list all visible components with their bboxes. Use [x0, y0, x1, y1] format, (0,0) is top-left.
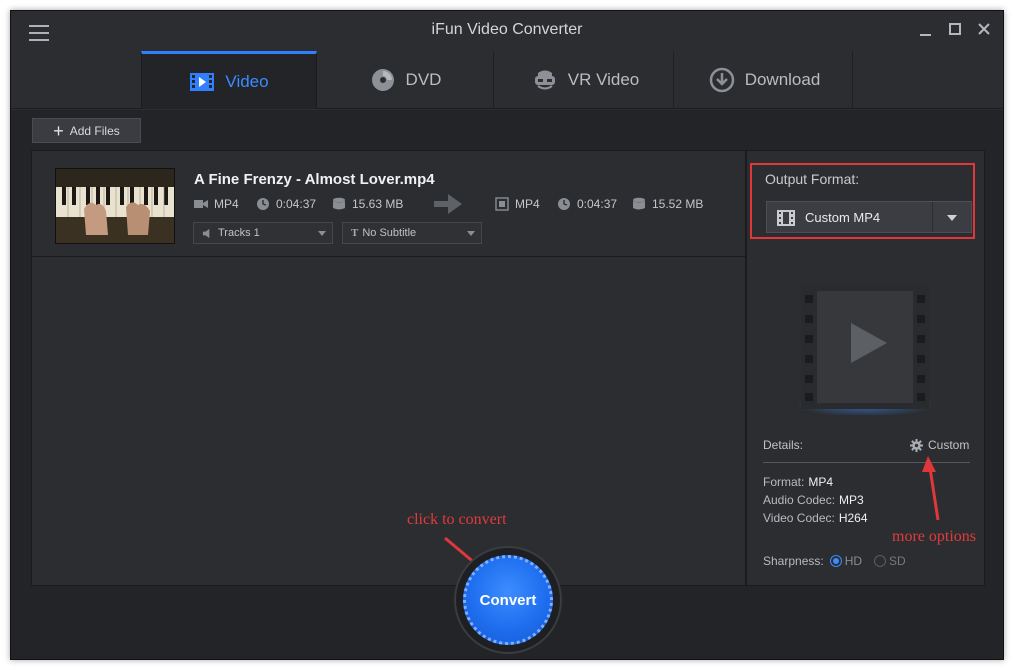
film-icon — [777, 210, 795, 226]
video-preview-icon — [795, 285, 935, 417]
clock-icon — [257, 198, 269, 210]
tab-label: Video — [225, 71, 269, 91]
close-button[interactable] — [974, 19, 994, 39]
vr-headset-icon — [532, 67, 558, 93]
annotation-more-options: more options — [892, 528, 976, 545]
custom-label: Custom — [928, 438, 970, 452]
audio-codec-detail: Audio Codec: MP3 — [763, 493, 864, 507]
target-format: MP4 — [495, 197, 540, 211]
source-duration: 0:04:37 — [256, 197, 316, 211]
video-icon — [189, 69, 215, 95]
clock-icon — [558, 198, 570, 210]
main-area: A Fine Frenzy - Almost Lover.mp4 MP4 0:0… — [11, 150, 1003, 659]
sharpness-hd-radio[interactable] — [829, 555, 842, 567]
annotation-click-to-convert: click to convert — [407, 511, 507, 528]
audio-track-value: Tracks 1 — [218, 227, 260, 239]
subtitle-value: No Subtitle — [362, 227, 417, 239]
maximize-button[interactable] — [945, 19, 965, 39]
audio-track-dropdown[interactable]: Tracks 1 — [193, 222, 333, 244]
output-panel: Output Format: Custom MP4 Details: Custo… — [746, 150, 985, 586]
tab-dvd[interactable]: DVD — [318, 51, 494, 109]
tab-vr-video[interactable]: VR Video — [498, 51, 674, 109]
tab-label: Download — [744, 70, 821, 89]
convert-button-ring: Convert — [456, 548, 560, 652]
tab-label: VR Video — [567, 70, 640, 89]
source-format-value: MP4 — [214, 197, 239, 211]
chevron-down-icon — [318, 231, 326, 236]
target-duration: 0:04:37 — [557, 197, 617, 211]
database-icon — [633, 197, 645, 210]
tab-download[interactable]: Download — [677, 51, 853, 109]
source-size-value: 15.63 MB — [352, 197, 404, 211]
database-icon — [333, 197, 345, 210]
add-files-label: Add Files — [69, 123, 120, 138]
custom-settings-button[interactable]: Custom — [910, 438, 969, 452]
dvd-icon — [370, 67, 396, 93]
video-camera-icon — [194, 200, 208, 208]
speaker-icon — [202, 228, 210, 238]
plus-icon: + — [53, 120, 64, 141]
source-format: MP4 — [194, 197, 239, 211]
text-icon: T — [351, 227, 359, 239]
details-label: Details: — [763, 438, 804, 452]
sharpness-sd-radio[interactable] — [874, 555, 887, 567]
output-format-label: Output Format: — [765, 171, 860, 187]
output-format-highlight: Output Format: Custom MP4 — [750, 163, 975, 239]
sharpness-sd-label: SD — [889, 554, 906, 568]
video-codec-value: H264 — [838, 511, 868, 525]
sharpness-hd-label: HD — [844, 554, 863, 568]
format-detail: Format: MP4 — [763, 475, 834, 489]
gear-icon — [910, 438, 923, 452]
file-list-panel: A Fine Frenzy - Almost Lover.mp4 MP4 0:0… — [31, 150, 746, 586]
source-size: 15.63 MB — [332, 197, 403, 211]
video-codec-detail: Video Codec: H264 — [763, 511, 868, 525]
chevron-down-icon — [467, 231, 475, 236]
title-bar: iFun Video Converter — [11, 11, 1003, 51]
app-window: iFun Video Converter Video DVD VR Video … — [10, 10, 1004, 660]
convert-button[interactable]: Convert — [463, 555, 553, 645]
target-duration-value: 0:04:37 — [577, 197, 618, 211]
target-size-value: 15.52 MB — [652, 197, 704, 211]
video-thumbnail — [55, 168, 175, 244]
app-title: iFun Video Converter — [431, 21, 583, 38]
source-duration-value: 0:04:37 — [276, 197, 317, 211]
subtitle-dropdown[interactable]: T No Subtitle — [342, 222, 482, 244]
audio-codec-value: MP3 — [839, 493, 864, 507]
target-size: 15.52 MB — [632, 197, 703, 211]
annotation-arrow-custom — [922, 456, 940, 521]
sharpness-label: Sharpness: — [763, 554, 824, 568]
chevron-down-icon — [947, 215, 957, 221]
film-icon — [495, 197, 509, 211]
sharpness-control: Sharpness: HD SD — [763, 554, 906, 568]
target-format-value: MP4 — [515, 197, 540, 211]
convert-arrow-icon — [434, 193, 464, 215]
tab-video[interactable]: Video — [141, 51, 317, 109]
file-name: A Fine Frenzy - Almost Lover.mp4 — [194, 171, 435, 188]
download-icon — [709, 67, 735, 93]
format-detail-value: MP4 — [808, 475, 834, 489]
output-format-value: Custom MP4 — [805, 210, 881, 225]
add-files-button[interactable]: + Add Files — [32, 118, 141, 143]
file-row[interactable]: A Fine Frenzy - Almost Lover.mp4 MP4 0:0… — [32, 151, 745, 257]
minimize-button[interactable] — [915, 19, 935, 39]
tab-label: DVD — [405, 70, 442, 89]
output-format-select[interactable]: Custom MP4 — [766, 201, 972, 233]
tab-bar: Video DVD VR Video Download — [11, 51, 1003, 109]
toolbar: + Add Files — [11, 110, 1003, 150]
